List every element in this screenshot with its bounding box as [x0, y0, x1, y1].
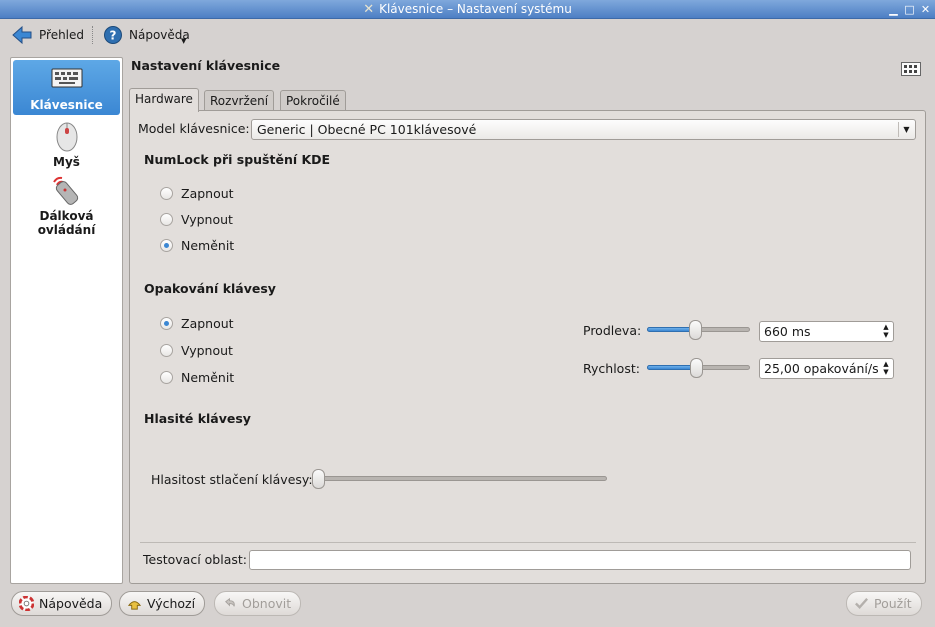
repeat-unchanged-radio[interactable]: Neměnit: [160, 370, 234, 385]
undo-icon: [225, 597, 235, 607]
checkmark-icon: [855, 598, 869, 609]
window-titlebar[interactable]: ✕ Klávesnice – Nastavení systému ▁ □ ✕: [0, 0, 935, 19]
rate-label: Rychlost:: [583, 361, 640, 376]
svg-text:?: ?: [110, 29, 117, 43]
rate-slider[interactable]: [647, 358, 750, 378]
numlock-unchanged-radio[interactable]: Neměnit: [160, 238, 234, 253]
divider: [140, 542, 916, 543]
sidebar-item-remote[interactable]: Dálková ovládání: [13, 175, 120, 237]
window-title: Klávesnice – Nastavení systému: [379, 2, 572, 16]
key-repeat-heading: Opakování klávesy: [144, 281, 276, 296]
help-menu-button[interactable]: ? Nápověda: [103, 22, 190, 48]
keyboard-small-icon: [901, 62, 921, 76]
click-volume-slider[interactable]: [312, 469, 607, 489]
numlock-off-radio[interactable]: Vypnout: [160, 212, 233, 227]
sidebar-item-mouse[interactable]: Myš: [13, 120, 120, 170]
tab-advanced[interactable]: Pokročilé: [280, 90, 346, 111]
maximize-button[interactable]: □: [903, 3, 916, 16]
minimize-button[interactable]: ▁: [887, 3, 900, 16]
rate-spinbox[interactable]: 25,00 opakování/s ▲ ▼: [759, 358, 894, 379]
back-overview-button[interactable]: Přehled: [11, 22, 84, 48]
repeat-on-radio[interactable]: Zapnout: [160, 316, 234, 331]
back-label: Přehled: [39, 28, 85, 42]
tab-hardware[interactable]: Hardware: [129, 88, 199, 112]
reset-button[interactable]: Obnovit: [214, 591, 302, 616]
close-button[interactable]: ✕: [919, 3, 932, 16]
rate-value: 25,00 opakování/s: [764, 361, 879, 376]
sidebar-item-label: Myš: [53, 155, 80, 169]
slider-handle[interactable]: [689, 320, 703, 340]
key-click-heading: Hlasité klávesy: [144, 411, 251, 426]
tab-panel-hardware: [129, 110, 926, 584]
help-button[interactable]: Nápověda: [11, 591, 113, 616]
numlock-heading: NumLock při spuštění KDE: [144, 152, 331, 167]
numlock-on-radio[interactable]: Zapnout: [160, 186, 234, 201]
delay-slider[interactable]: [647, 320, 750, 340]
test-area-input[interactable]: [249, 550, 911, 570]
toolbar: Přehled ? Nápověda ▼: [0, 19, 935, 50]
repeat-off-radio[interactable]: Vypnout: [160, 343, 233, 358]
sidebar-item-label-line1: Dálková: [39, 209, 94, 223]
keyboard-model-select[interactable]: Generic | Obecné PC 101klávesové ▼: [251, 119, 916, 140]
help-icon: ?: [104, 26, 122, 44]
dropdown-arrow-icon: ▼: [181, 37, 187, 45]
defaults-button[interactable]: Výchozí: [119, 591, 206, 616]
mouse-icon: [56, 122, 77, 152]
spin-arrows-icon[interactable]: ▲ ▼: [881, 323, 891, 339]
keyboard-icon: [51, 68, 82, 88]
delay-label: Prodleva:: [583, 323, 642, 338]
click-volume-label: Hlasitost stlačení klávesy:: [151, 472, 313, 487]
sidebar-item-keyboard[interactable]: Klávesnice: [13, 60, 120, 115]
tools-icon: ✕: [363, 2, 375, 17]
apply-button[interactable]: Použít: [846, 591, 922, 616]
arrow-left-icon: [12, 25, 32, 45]
slider-handle[interactable]: [312, 469, 325, 489]
tab-layout[interactable]: Rozvržení: [204, 90, 275, 111]
restore-defaults-icon: [127, 601, 142, 610]
remote-control-icon: [52, 176, 78, 205]
sidebar-item-label-line2: ovládání: [37, 223, 96, 237]
lifebuoy-icon: [19, 596, 34, 611]
delay-spinbox[interactable]: 660 ms ▲ ▼: [759, 321, 894, 342]
toolbar-separator: [92, 26, 93, 44]
test-area-label: Testovací oblast:: [143, 552, 247, 567]
keyboard-model-value: Generic | Obecné PC 101klávesové: [257, 122, 477, 137]
keyboard-model-label: Model klávesnice:: [138, 121, 250, 136]
delay-value: 660 ms: [764, 324, 811, 339]
spin-arrows-icon[interactable]: ▲ ▼: [881, 360, 891, 376]
sidebar-item-label: Klávesnice: [30, 98, 103, 112]
category-sidebar: Klávesnice Myš Dálková ovládání: [10, 57, 123, 584]
slider-handle[interactable]: [690, 358, 704, 378]
page-title: Nastavení klávesnice: [131, 58, 281, 73]
chevron-down-icon: ▼: [898, 122, 914, 137]
